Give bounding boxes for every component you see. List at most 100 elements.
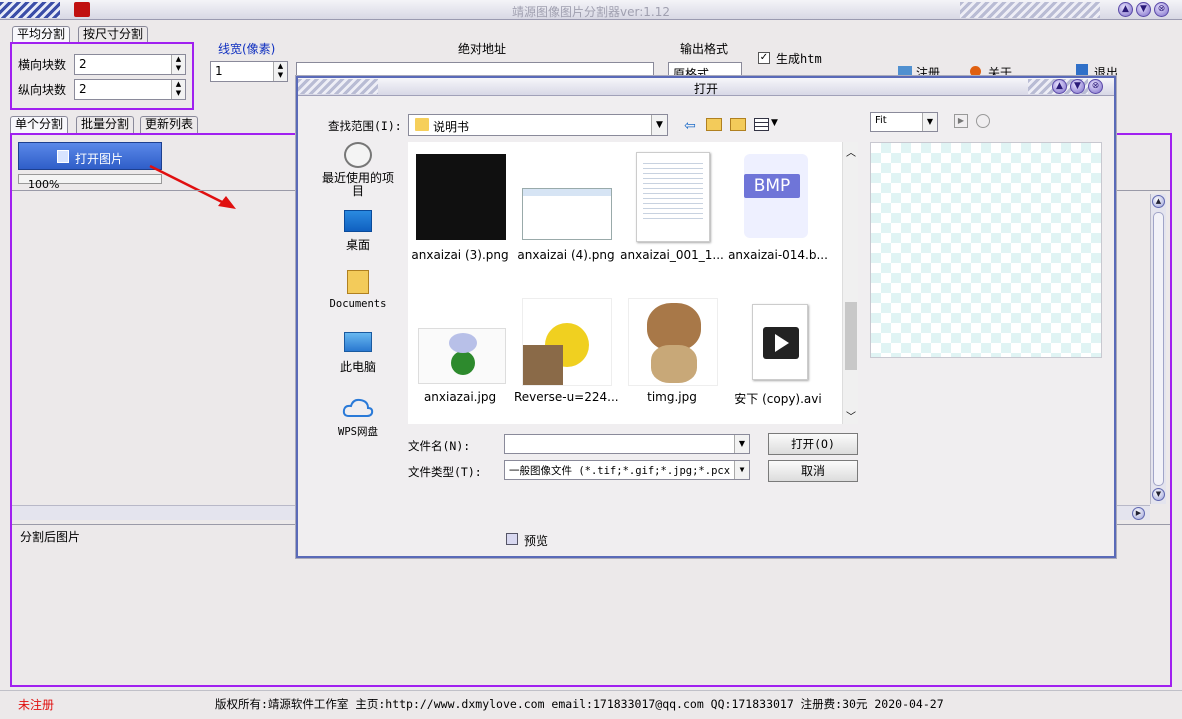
open-image-button[interactable]: 打开图片 bbox=[18, 142, 162, 170]
register-icon bbox=[898, 66, 912, 76]
line-width-spinner-icon[interactable]: ▲ ▼ bbox=[273, 62, 287, 81]
dialog-minimize-icon[interactable]: ▲ bbox=[1052, 79, 1067, 94]
nav-desktop[interactable]: 桌面 bbox=[318, 210, 398, 260]
file-scroll-up-icon[interactable]: ︿ bbox=[846, 144, 856, 159]
play-preview-icon[interactable]: ▶ bbox=[954, 114, 968, 128]
nav-wps-cloud[interactable]: WPS网盘 bbox=[318, 396, 398, 446]
zoom-preview-icon[interactable] bbox=[976, 114, 990, 128]
grid-settings-box: 横向块数 2 ▲ ▼ 纵向块数 2 ▲ ▼ bbox=[10, 42, 194, 110]
pointer-arrow-icon bbox=[149, 164, 236, 209]
scroll-thumb[interactable] bbox=[1153, 212, 1164, 486]
open-image-label: 打开图片 bbox=[75, 152, 124, 166]
file-thumbnail bbox=[628, 298, 718, 386]
new-folder-icon[interactable] bbox=[730, 118, 746, 131]
file-thumbnail bbox=[416, 154, 506, 240]
file-item[interactable]: anxaizai_001_1... bbox=[620, 152, 724, 282]
nav-recent[interactable]: 最近使用的项目 bbox=[318, 142, 398, 202]
line-width-input[interactable]: 1 ▲ ▼ bbox=[210, 61, 288, 82]
abs-path-label: 绝对地址 bbox=[458, 42, 507, 56]
dialog-close-icon[interactable]: ⊗ bbox=[1088, 79, 1103, 94]
titlebar-stripes-right bbox=[960, 2, 1100, 18]
video-file-icon bbox=[752, 304, 808, 380]
tab-size-split[interactable]: 按尺寸分割 bbox=[78, 26, 149, 43]
maximize-icon[interactable]: ▼ bbox=[1136, 2, 1151, 17]
file-list-scrollbar[interactable]: ︿ ﹀ bbox=[842, 142, 858, 424]
file-item[interactable]: anxiazai.jpg bbox=[408, 298, 512, 418]
nav-wps-label: WPS网盘 bbox=[338, 426, 378, 438]
horizontal-spinner-icon[interactable]: ▲ ▼ bbox=[171, 55, 185, 74]
up-folder-icon[interactable] bbox=[706, 118, 722, 131]
tab-update-list[interactable]: 更新列表 bbox=[140, 116, 199, 133]
horizontal-blocks-input[interactable]: 2 ▲ ▼ bbox=[74, 54, 186, 75]
file-item[interactable]: Reverse-u=224... bbox=[514, 298, 618, 418]
zoom-fit-select[interactable]: Fit ▼ bbox=[870, 112, 938, 132]
view-dropdown-icon[interactable]: ▼ bbox=[771, 118, 778, 128]
filename-label: 文件名(N): bbox=[408, 439, 471, 453]
cancel-button[interactable]: 取消 bbox=[768, 460, 858, 482]
lookin-value: 说明书 bbox=[433, 120, 470, 134]
file-thumbnail bbox=[418, 328, 506, 384]
cloud-icon bbox=[342, 398, 374, 417]
nav-desktop-label: 桌面 bbox=[345, 238, 370, 252]
scroll-down-icon[interactable]: ▼ bbox=[1152, 488, 1165, 501]
file-item[interactable]: BMP anxaizai-014.b... bbox=[726, 152, 830, 282]
file-name: Reverse-u=224... bbox=[514, 390, 618, 404]
file-item[interactable]: timg.jpg bbox=[620, 298, 724, 418]
filename-dropdown-icon[interactable]: ▼ bbox=[734, 435, 749, 453]
output-format-label: 输出格式 bbox=[680, 42, 729, 56]
line-width-value: 1 bbox=[215, 64, 223, 78]
file-item[interactable]: anxaizai (3).png bbox=[408, 152, 512, 282]
preview-canvas bbox=[870, 142, 1102, 358]
documents-icon bbox=[347, 270, 369, 294]
tab-batch-split[interactable]: 批量分割 bbox=[76, 116, 135, 133]
back-icon[interactable]: ⇦ bbox=[684, 118, 696, 134]
file-name: anxiazai.jpg bbox=[423, 390, 497, 404]
close-icon[interactable]: ⊗ bbox=[1154, 2, 1169, 17]
nav-recent-label: 最近使用的项目 bbox=[321, 171, 394, 198]
scroll-right-icon[interactable]: ▶ bbox=[1132, 507, 1145, 520]
dialog-title: 打开 bbox=[693, 82, 718, 96]
vertical-blocks-label: 纵向块数 bbox=[18, 83, 67, 97]
vertical-blocks-input[interactable]: 2 ▲ ▼ bbox=[74, 79, 186, 100]
filetype-label: 文件类型(T): bbox=[408, 465, 482, 479]
filetype-dropdown-icon[interactable]: ▼ bbox=[734, 461, 749, 479]
clock-icon bbox=[344, 142, 372, 168]
vertical-blocks-value: 2 bbox=[79, 82, 87, 96]
view-menu-icon[interactable] bbox=[754, 118, 769, 131]
file-thumbnail bbox=[522, 188, 612, 240]
zoom-dropdown-icon[interactable]: ▼ bbox=[922, 113, 937, 131]
horizontal-blocks-label: 横向块数 bbox=[18, 58, 67, 72]
dialog-maximize-icon[interactable]: ▼ bbox=[1070, 79, 1085, 94]
gen-htm-checkbox[interactable]: ✓ bbox=[758, 52, 770, 64]
preview-checkbox[interactable] bbox=[506, 533, 518, 545]
file-scroll-down-icon[interactable]: ﹀ bbox=[846, 408, 856, 423]
file-name: anxaizai (4).png bbox=[517, 248, 615, 262]
computer-icon bbox=[344, 332, 372, 352]
lookin-dropdown-icon[interactable]: ▼ bbox=[651, 115, 667, 135]
file-list[interactable]: anxaizai (3).png anxaizai (4).png anxaiz… bbox=[408, 142, 858, 424]
file-item[interactable]: anxaizai (4).png bbox=[514, 152, 618, 282]
scroll-up-icon[interactable]: ▲ bbox=[1152, 195, 1165, 208]
filetype-select[interactable]: 一般图像文件 (*.tif;*.gif;*.jpg;*.pcx ▼ bbox=[504, 460, 750, 480]
open-file-dialog: 打开 ▲ ▼ ⊗ 查找范围(I): 说明书 ▼ ⇦ ▼ 最近使用的项目 桌面 D… bbox=[296, 76, 1116, 558]
tab-single-split[interactable]: 单个分割 bbox=[10, 116, 69, 133]
nav-this-pc[interactable]: 此电脑 bbox=[318, 332, 398, 382]
minimize-icon[interactable]: ▲ bbox=[1118, 2, 1133, 17]
file-name: anxaizai-014.b... bbox=[728, 248, 828, 262]
vertical-spinner-icon[interactable]: ▲ ▼ bbox=[171, 80, 185, 99]
open-button[interactable]: 打开(O) bbox=[768, 433, 858, 455]
folder-icon bbox=[415, 118, 429, 131]
nav-documents-label: Documents bbox=[329, 298, 387, 310]
filetype-value: 一般图像文件 (*.tif;*.gif;*.jpg;*.pcx bbox=[509, 465, 731, 477]
tab-average-split[interactable]: 平均分割 bbox=[12, 26, 71, 43]
nav-documents[interactable]: Documents bbox=[318, 270, 398, 320]
nav-this-pc-label: 此电脑 bbox=[339, 360, 376, 374]
gen-htm-label: 生成htm bbox=[776, 52, 822, 66]
file-scroll-thumb[interactable] bbox=[845, 302, 857, 370]
file-item[interactable]: 安下 (copy).avi bbox=[726, 298, 830, 418]
filename-input[interactable]: ▼ bbox=[504, 434, 750, 454]
zoom-fit-value: Fit bbox=[875, 115, 887, 126]
lookin-select[interactable]: 说明书 ▼ bbox=[408, 114, 668, 136]
vertical-scrollbar[interactable]: ▲ ▼ bbox=[1150, 194, 1166, 504]
open-image-icon bbox=[57, 150, 69, 163]
